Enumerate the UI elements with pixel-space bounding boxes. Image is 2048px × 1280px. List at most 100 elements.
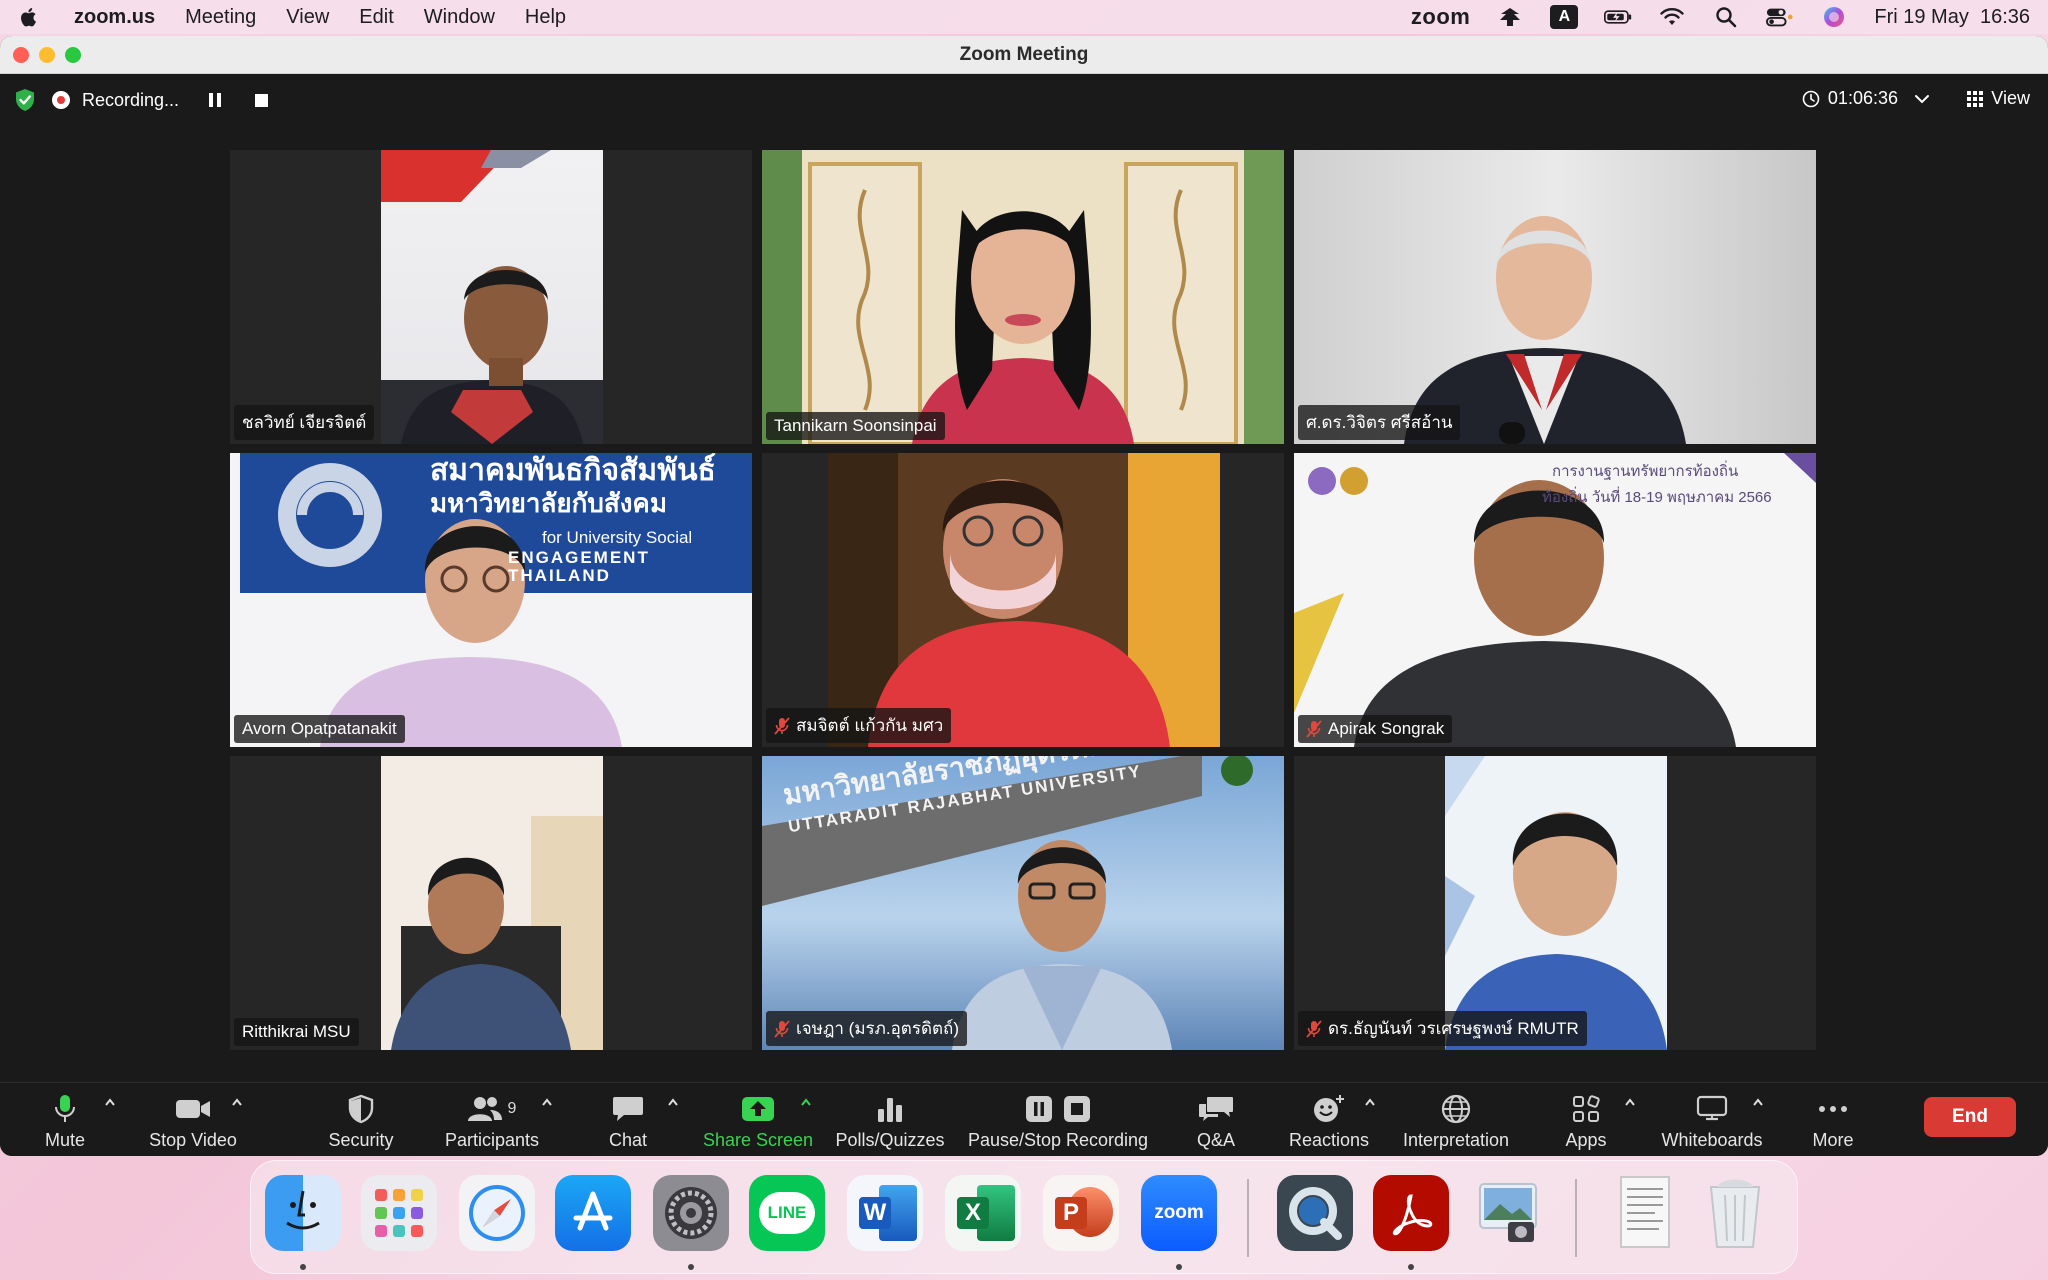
line-icon[interactable]: LINE — [749, 1175, 825, 1251]
trash-icon[interactable] — [1697, 1175, 1773, 1251]
menu-view[interactable]: View — [286, 6, 329, 29]
encryption-shield-icon[interactable] — [14, 88, 36, 112]
chat-options-caret-icon[interactable] — [667, 1097, 679, 1107]
banner-line-3: for University Social — [542, 528, 693, 547]
share-options-caret-icon[interactable] — [800, 1097, 812, 1107]
zoom-status-item[interactable]: zoom — [1411, 4, 1470, 30]
zoom-meeting-window: Zoom Meeting Recording... 01:06:36 View — [0, 36, 2048, 1156]
video-tile[interactable]: การงานฐานทรัพยากรท้องถิ่น ท้องถิ่น วันที… — [1294, 453, 1816, 747]
battery-icon[interactable] — [1604, 5, 1632, 29]
control-center-icon[interactable] — [1766, 5, 1794, 29]
siri-icon[interactable] — [1820, 5, 1848, 29]
qa-button[interactable]: Q&A — [1190, 1083, 1242, 1156]
polls-quizzes-button[interactable]: Polls/Quizzes — [834, 1083, 946, 1156]
video-options-caret-icon[interactable] — [231, 1097, 243, 1107]
recording-dot-icon — [52, 91, 70, 109]
participant-video — [762, 150, 1284, 444]
participant-video — [1445, 756, 1667, 1050]
microphone-muted-icon — [774, 716, 790, 735]
video-tile[interactable]: ศ.ดร.วิจิตร ศรีสอ้าน — [1294, 150, 1816, 444]
share-screen-label: Share Screen — [702, 1130, 814, 1150]
menu-clock[interactable]: Fri 19 May 16:36 — [1874, 6, 2030, 29]
stop-recording-icon[interactable] — [255, 93, 269, 107]
finder-icon[interactable] — [265, 1175, 341, 1251]
fullscreen-window-button[interactable] — [65, 47, 81, 63]
meeting-timer[interactable]: 01:06:36 — [1802, 88, 1930, 109]
video-tile[interactable]: ดร.ธัญนันท์ วรเศรษฐพงษ์ RMUTR — [1294, 756, 1816, 1050]
video-tile[interactable]: สมจิตต์ แก้วกัน มศว — [762, 453, 1284, 747]
camera-feed — [762, 150, 1284, 444]
mute-button[interactable]: Mute — [30, 1083, 100, 1156]
view-label: View — [1991, 88, 2030, 108]
camera-feed: มหาวิทยาลัยราชภัฏอุตรดิตถ์ UTTARADIT RAJ… — [762, 756, 1284, 1050]
video-tile[interactable]: สมาคมพันธกิจสัมพันธ์ มหาวิทยาลัยกับสังคม… — [230, 453, 752, 747]
menu-app-name[interactable]: zoom.us — [74, 6, 155, 29]
app-store-icon[interactable] — [555, 1175, 631, 1251]
menu-help[interactable]: Help — [525, 6, 566, 29]
document-icon[interactable] — [1607, 1175, 1683, 1251]
apps-button[interactable]: Apps — [1560, 1083, 1612, 1156]
camera-feed — [381, 150, 603, 444]
reactions-button[interactable]: Reactions — [1286, 1083, 1372, 1156]
view-button[interactable]: View — [1967, 88, 2030, 109]
whiteboards-options-caret-icon[interactable] — [1752, 1097, 1764, 1107]
camera-feed — [1445, 756, 1667, 1050]
system-settings-icon[interactable] — [653, 1175, 729, 1251]
pause-recording-icon[interactable] — [209, 93, 225, 107]
banner-line-4: ENGAGEMENT THAILAND — [508, 548, 650, 585]
video-tile-active-speaker[interactable]: Tannikarn Soonsinpai — [762, 150, 1284, 444]
participants-options-caret-icon[interactable] — [541, 1097, 553, 1107]
participant-name: เจษฎา (มรภ.อุตรดิตถ์) — [796, 1019, 960, 1038]
participant-video — [391, 816, 603, 1050]
more-button[interactable]: More — [1806, 1083, 1860, 1156]
word-app-label: W — [859, 1197, 891, 1229]
preview-icon[interactable] — [1471, 1175, 1547, 1251]
mute-options-caret-icon[interactable] — [104, 1097, 116, 1107]
stop-video-button[interactable]: Stop Video — [138, 1083, 248, 1156]
whiteboards-button[interactable]: Whiteboards — [1658, 1083, 1766, 1156]
excel-icon[interactable]: X — [945, 1175, 1021, 1251]
powerpoint-icon[interactable]: P — [1043, 1175, 1119, 1251]
chevron-down-icon — [1915, 94, 1929, 103]
participant-name-label: เจษฎา (มรภ.อุตรดิตถ์) — [766, 1011, 968, 1046]
pause-stop-recording-button[interactable]: Pause/Stop Recording — [966, 1083, 1150, 1156]
chat-button[interactable]: Chat — [600, 1083, 656, 1156]
video-tile[interactable]: ชลวิทย์ เจียรจิตต์ — [230, 150, 752, 444]
tree-icon[interactable] — [1496, 5, 1524, 29]
zoom-icon[interactable]: zoom — [1141, 1175, 1217, 1251]
zoom-app-label: zoom — [1154, 1202, 1204, 1223]
menu-edit[interactable]: Edit — [359, 6, 393, 29]
share-screen-icon — [742, 1097, 774, 1121]
wifi-icon[interactable] — [1658, 5, 1686, 29]
microphone-muted-icon — [1306, 1019, 1322, 1038]
word-icon[interactable]: W — [847, 1175, 923, 1251]
participant-name: Apirak Songrak — [1328, 719, 1445, 738]
minimize-window-button[interactable] — [39, 47, 55, 63]
safari-icon[interactable] — [459, 1175, 535, 1251]
input-source-indicator[interactable]: A — [1550, 5, 1579, 29]
menu-window[interactable]: Window — [424, 6, 495, 29]
video-tile[interactable]: มหาวิทยาลัยราชภัฏอุตรดิตถ์ UTTARADIT RAJ… — [762, 756, 1284, 1050]
share-screen-button[interactable]: Share Screen — [700, 1083, 816, 1156]
quicktime-icon[interactable] — [1277, 1175, 1353, 1251]
apple-menu-icon[interactable] — [18, 5, 40, 29]
video-tile[interactable]: Ritthikrai MSU — [230, 756, 752, 1050]
participant-name-label: สมจิตต์ แก้วกัน มศว — [766, 708, 952, 743]
banner-text: สมาคมพันธกิจสัมพันธ์ มหาวิทยาลัยกับสังคม — [430, 455, 716, 519]
launchpad-icon[interactable] — [361, 1175, 437, 1251]
spotlight-search-icon[interactable] — [1712, 5, 1740, 29]
close-window-button[interactable] — [13, 47, 29, 63]
security-shield-icon — [348, 1094, 374, 1124]
menu-meeting[interactable]: Meeting — [185, 6, 256, 29]
acrobat-icon[interactable] — [1373, 1175, 1449, 1251]
line-app-label: LINE — [759, 1192, 815, 1234]
apps-options-caret-icon[interactable] — [1624, 1097, 1636, 1107]
security-button[interactable]: Security — [320, 1083, 402, 1156]
interpretation-label: Interpretation — [1402, 1130, 1510, 1150]
reactions-options-caret-icon[interactable] — [1364, 1097, 1376, 1107]
end-meeting-button[interactable]: End — [1924, 1097, 2016, 1137]
reactions-label: Reactions — [1288, 1130, 1370, 1150]
participants-button[interactable]: 9 Participants — [440, 1083, 544, 1156]
interpretation-button[interactable]: Interpretation — [1398, 1083, 1514, 1156]
clock-icon — [1802, 90, 1820, 107]
